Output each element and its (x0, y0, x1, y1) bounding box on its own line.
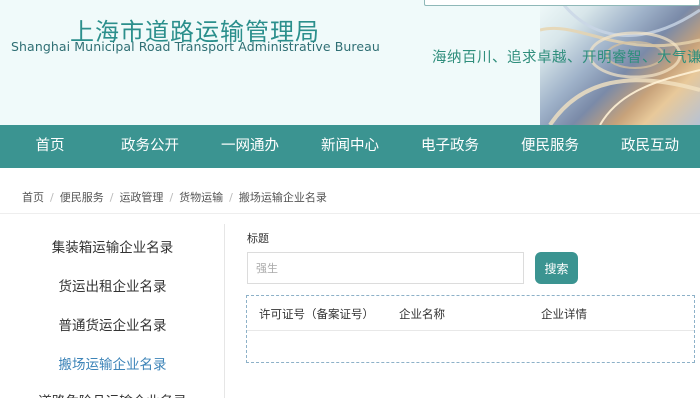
nav-item-interaction[interactable]: 政民互动 (600, 125, 700, 168)
nav-item-e-government[interactable]: 电子政务 (400, 125, 500, 168)
breadcrumb-item-freight[interactable]: 货物运输 (179, 191, 223, 204)
breadcrumb-divider (0, 213, 700, 214)
column-header-license-no: 许可证号（备案证号） (259, 307, 374, 321)
nav-item-news-center[interactable]: 新闻中心 (300, 125, 400, 168)
sidebar: 集装箱运输企业名录 货运出租企业名录 普通货运企业名录 搬场运输企业名录 道路危… (0, 224, 225, 398)
search-button[interactable]: 搜索 (535, 252, 578, 284)
column-header-company-name: 企业名称 (399, 307, 445, 321)
breadcrumb-separator: / (229, 191, 233, 204)
column-header-company-details: 企业详情 (541, 307, 587, 321)
nav-item-home[interactable]: 首页 (0, 125, 100, 168)
search-label: 标题 (247, 232, 269, 245)
site-slogan: 海纳百川、追求卓越、开明睿智、大气谦 (432, 50, 700, 66)
nav-item-one-stop-service[interactable]: 一网通办 (200, 125, 300, 168)
breadcrumb: 首页 / 便民服务 / 运政管理 / 货物运输 / 搬场运输企业名录 (22, 189, 327, 205)
sidebar-item-hazardous-goods[interactable]: 道路危险品运输企业名录 (0, 390, 225, 398)
nav-item-public-services[interactable]: 便民服务 (500, 125, 600, 168)
breadcrumb-item-transport-management[interactable]: 运政管理 (119, 191, 163, 204)
breadcrumb-item-current[interactable]: 搬场运输企业名录 (239, 191, 327, 204)
site-title-en: Shanghai Municipal Road Transport Admini… (11, 39, 380, 54)
sidebar-item-moving-transport[interactable]: 搬场运输企业名录 (0, 353, 225, 373)
breadcrumb-separator: / (109, 191, 114, 204)
breadcrumb-separator: / (50, 191, 54, 204)
sidebar-item-container-transport[interactable]: 集装箱运输企业名录 (0, 236, 225, 256)
main-nav: 首页 政务公开 一网通办 新闻中心 电子政务 便民服务 政民互动 (0, 125, 700, 168)
top-search-box[interactable] (424, 0, 700, 6)
results-table: 许可证号（备案证号） 企业名称 企业详情 (246, 295, 695, 363)
sidebar-item-freight-rental[interactable]: 货运出租企业名录 (0, 275, 225, 295)
nav-item-government-affairs[interactable]: 政务公开 (100, 125, 200, 168)
breadcrumb-item-public-services[interactable]: 便民服务 (60, 191, 104, 204)
breadcrumb-item-home[interactable]: 首页 (22, 191, 44, 204)
sidebar-item-general-freight[interactable]: 普通货运企业名录 (0, 314, 225, 334)
search-input[interactable] (247, 252, 524, 284)
table-header-divider (247, 330, 694, 331)
breadcrumb-separator: / (169, 191, 174, 204)
site-header: 上海市道路运输管理局 Shanghai Municipal Road Trans… (0, 0, 700, 125)
